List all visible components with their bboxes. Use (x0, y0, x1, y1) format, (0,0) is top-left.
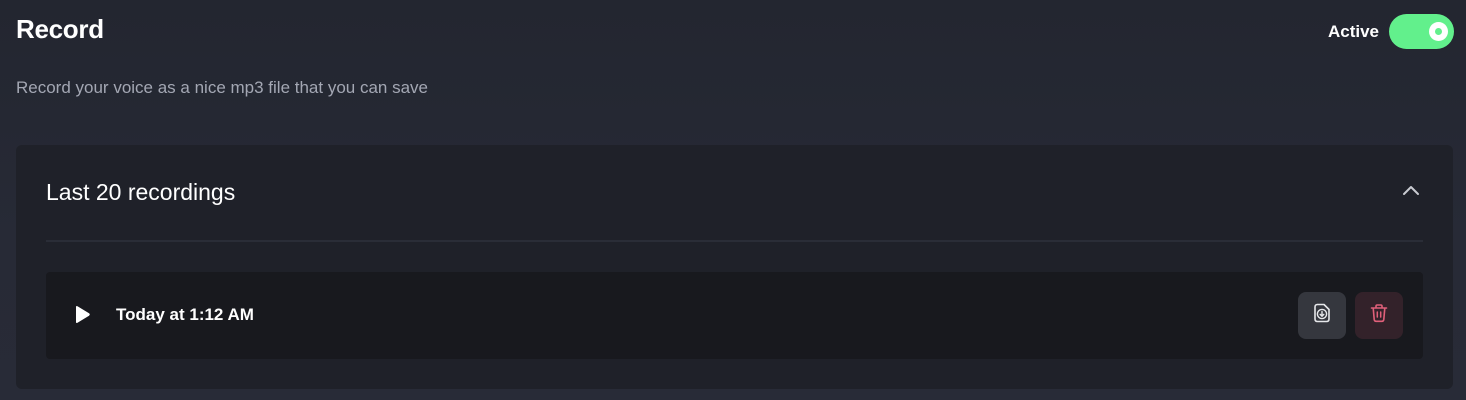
recording-label: Today at 1:12 AM (116, 305, 254, 324)
download-button[interactable] (1298, 292, 1346, 339)
play-icon[interactable] (72, 304, 94, 326)
active-toggle-group: Active (1328, 14, 1454, 49)
record-page: Record Record your voice as a nice mp3 f… (0, 0, 1466, 400)
recordings-panel: Last 20 recordings Today at 1:12 AM (16, 145, 1453, 389)
delete-button[interactable] (1355, 292, 1403, 339)
toggle-dot (1435, 28, 1442, 35)
recordings-section-title: Last 20 recordings (46, 179, 236, 205)
page-subtitle: Record your voice as a nice mp3 file tha… (16, 78, 428, 97)
section-divider (46, 240, 1423, 242)
download-file-icon (1311, 302, 1333, 329)
recording-item: Today at 1:12 AM (46, 272, 1423, 359)
chevron-up-icon[interactable] (1399, 179, 1423, 203)
active-label: Active (1327, 21, 1379, 41)
trash-icon (1368, 302, 1390, 329)
active-toggle[interactable] (1389, 14, 1454, 49)
toggle-knob (1429, 22, 1448, 41)
page-title: Record (16, 14, 104, 44)
